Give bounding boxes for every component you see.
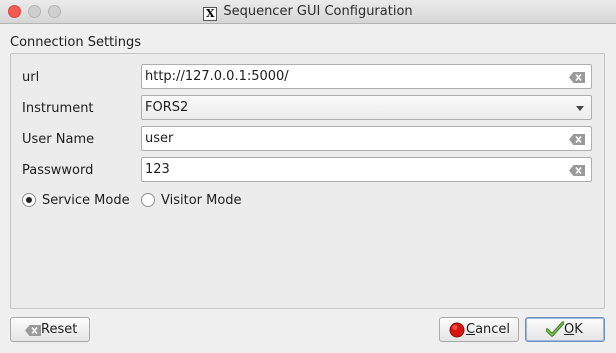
url-value: http://127.0.0.1:5000/ <box>145 69 289 84</box>
window-titlebar: X Sequencer GUI Configuration <box>0 0 616 24</box>
instrument-value: FORS2 <box>145 100 189 115</box>
reset-label: Reset <box>41 322 78 337</box>
ok-mnemonic: O <box>564 322 575 337</box>
clear-text-icon[interactable] <box>569 165 585 176</box>
password-field[interactable]: 123 <box>141 157 592 182</box>
username-label: User Name <box>22 132 95 147</box>
username-field[interactable]: user <box>141 126 592 151</box>
chevron-down-icon[interactable] <box>576 106 584 111</box>
password-value: 123 <box>145 162 170 177</box>
clear-text-icon[interactable] <box>569 134 585 145</box>
instrument-label: Instrument <box>22 101 94 116</box>
ok-label: K <box>574 322 583 337</box>
username-value: user <box>145 131 174 146</box>
green-checkmark-icon <box>546 321 564 337</box>
service-mode-label[interactable]: Service Mode <box>42 193 130 208</box>
clear-text-icon[interactable] <box>569 72 585 83</box>
cancel-button[interactable]: Cancel <box>439 317 519 342</box>
cancel-mnemonic: C <box>466 322 476 337</box>
url-label: url <box>22 70 40 85</box>
red-circle-icon <box>449 322 465 338</box>
x11-logo-icon: X <box>203 7 218 21</box>
clear-text-icon <box>25 325 41 336</box>
service-mode-radio[interactable] <box>22 193 36 207</box>
instrument-select[interactable]: FORS2 <box>141 95 592 120</box>
visitor-mode-label[interactable]: Visitor Mode <box>161 193 242 208</box>
password-label: Passwword <box>22 163 94 178</box>
url-field[interactable]: http://127.0.0.1:5000/ <box>141 64 592 89</box>
window-title-area: X Sequencer GUI Configuration <box>0 4 616 21</box>
group-title: Connection Settings <box>10 35 142 50</box>
cancel-label: ancel <box>475 322 511 337</box>
reset-button[interactable]: Reset <box>10 317 90 342</box>
ok-button[interactable]: OK <box>525 317 605 342</box>
visitor-mode-radio[interactable] <box>141 193 155 207</box>
window-title: Sequencer GUI Configuration <box>223 4 413 19</box>
